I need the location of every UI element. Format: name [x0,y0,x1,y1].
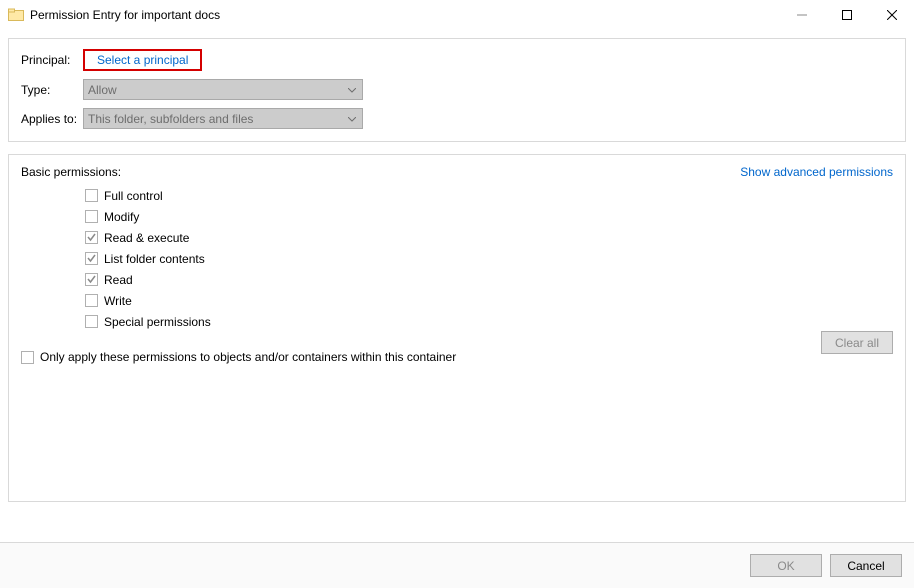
perm-read: Read [85,269,893,290]
perm-label: Write [104,294,132,308]
perm-label: Full control [104,189,163,203]
titlebar: Permission Entry for important docs [0,0,914,30]
perm-label: Read [104,273,133,287]
basic-permissions-header: Basic permissions: [21,165,121,179]
close-button[interactable] [869,0,914,30]
show-advanced-link[interactable]: Show advanced permissions [740,165,893,179]
clear-all-button[interactable]: Clear all [821,331,893,354]
perm-read-execute: Read & execute [85,227,893,248]
principal-label: Principal: [21,53,83,67]
type-value: Allow [88,83,117,97]
checkbox-read-execute[interactable] [85,231,98,244]
applies-to-label: Applies to: [21,112,83,126]
maximize-button[interactable] [824,0,869,30]
perm-modify: Modify [85,206,893,227]
perm-label: List folder contents [104,252,205,266]
perm-write: Write [85,290,893,311]
perm-list-folder: List folder contents [85,248,893,269]
checkbox-full-control[interactable] [85,189,98,202]
select-principal-link[interactable]: Select a principal [91,51,194,69]
checkbox-only-apply[interactable] [21,351,34,364]
folder-icon [8,7,24,23]
ok-button[interactable]: OK [750,554,822,577]
chevron-down-icon [348,112,356,126]
only-apply-row: Only apply these permissions to objects … [21,350,893,364]
perm-label: Special permissions [104,315,211,329]
checkbox-read[interactable] [85,273,98,286]
permission-list: Full control Modify Read & execute List … [85,185,893,332]
select-principal-highlight: Select a principal [83,49,202,71]
chevron-down-icon [348,83,356,97]
checkbox-modify[interactable] [85,210,98,223]
perm-label: Read & execute [104,231,189,245]
perm-special: Special permissions [85,311,893,332]
perm-label: Modify [104,210,139,224]
dialog-footer: OK Cancel [0,542,914,588]
only-apply-label: Only apply these permissions to objects … [40,350,456,364]
minimize-button[interactable] [779,0,824,30]
type-label: Type: [21,83,83,97]
window-title: Permission Entry for important docs [30,8,220,22]
content-area: Principal: Select a principal Type: Allo… [0,30,914,542]
applies-to-combobox[interactable]: This folder, subfolders and files [83,108,363,129]
type-combobox[interactable]: Allow [83,79,363,100]
principal-group: Principal: Select a principal Type: Allo… [8,38,906,142]
cancel-button[interactable]: Cancel [830,554,902,577]
applies-to-value: This folder, subfolders and files [88,112,253,126]
ok-label: OK [777,559,794,573]
cancel-label: Cancel [847,559,884,573]
perm-full-control: Full control [85,185,893,206]
clear-all-label: Clear all [835,336,879,350]
checkbox-list-folder[interactable] [85,252,98,265]
checkbox-special[interactable] [85,315,98,328]
permissions-group: Basic permissions: Show advanced permiss… [8,154,906,502]
checkbox-write[interactable] [85,294,98,307]
